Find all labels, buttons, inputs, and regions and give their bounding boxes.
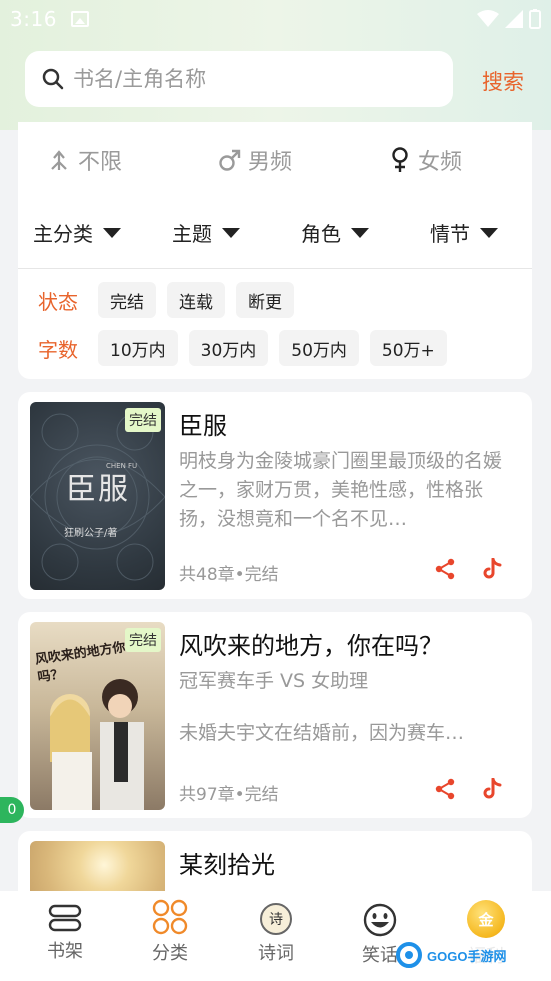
wordcount-filter-row: 字数 10万内 30万内 50万内 50万+: [18, 329, 532, 367]
dropdown-role[interactable]: 角色: [301, 218, 369, 247]
mixed-gender-icon: [51, 150, 67, 170]
book-cover[interactable]: [30, 841, 165, 891]
share-icon[interactable]: [434, 778, 456, 800]
filter-panel: 不限 男频 女频 主分类 主题 角色 情节 状态 完结 连载 断更 字数 10万…: [18, 122, 532, 379]
search-input[interactable]: [73, 67, 433, 91]
poetry-icon-glyph: 诗: [269, 912, 283, 928]
search-icon: [42, 68, 64, 90]
status-filter-row: 状态 完结 连载 断更: [18, 281, 532, 319]
completed-badge: 完结: [125, 408, 161, 432]
category-dropdown-row: 主分类 主题 角色 情节: [18, 218, 532, 248]
book-title[interactable]: 臣服: [179, 406, 227, 441]
wordcount-filter-label: 字数: [38, 337, 78, 362]
dropdown-role-label: 角色: [301, 222, 341, 246]
cover-subtitle: CHEN FU: [106, 462, 138, 470]
search-button[interactable]: 搜索: [482, 66, 524, 96]
book-cover[interactable]: 臣服 CHEN FU 狂刷公子/著 完结: [30, 402, 165, 590]
wordcount-chip-500k-plus[interactable]: 50万+: [369, 330, 447, 366]
gender-filter-male-label: 男频: [248, 150, 293, 175]
gold-coin-glyph: 金: [478, 910, 494, 929]
gender-filter-female[interactable]: 女频: [390, 144, 462, 176]
status-chip-serializing[interactable]: 连载: [167, 282, 225, 318]
dropdown-theme[interactable]: 主题: [172, 218, 240, 247]
book-meta: 共48章•完结: [179, 565, 279, 585]
male-icon: [219, 149, 241, 171]
dropdown-main-category-label: 主分类: [33, 222, 93, 246]
book-meta: 共97章•完结: [179, 785, 279, 805]
smiley-icon: [363, 903, 397, 937]
book-card[interactable]: 臣服 CHEN FU 狂刷公子/著 完结 臣服 明枝身为金陵城豪门圈里最顶级的名…: [18, 392, 532, 599]
book-card[interactable]: 某刻拾光: [18, 831, 532, 891]
book-description: 明枝身为金陵城豪门圈里最顶级的名媛之一，家财万贯，美艳性感，性格张扬，没想竟和一…: [179, 450, 503, 530]
book-cover[interactable]: 风吹来的地方你在吗？ 完结: [30, 622, 165, 810]
wordcount-chip-300k[interactable]: 30万内: [188, 330, 269, 366]
dropdown-plot[interactable]: 情节: [430, 218, 498, 247]
gender-filter-all[interactable]: 不限: [48, 144, 122, 176]
tiktok-icon[interactable]: [482, 558, 502, 580]
book-title[interactable]: 某刻拾光: [179, 845, 275, 880]
status-icons: [477, 9, 541, 29]
gold-coin-icon: 金: [467, 900, 505, 938]
completed-badge: 完结: [125, 628, 161, 652]
nav-poetry[interactable]: 诗 诗词: [236, 903, 316, 965]
nav-bookshelf[interactable]: 书架: [25, 903, 105, 963]
status-time: 3:16: [10, 7, 57, 31]
book-card[interactable]: 风吹来的地方你在吗？ 完结 风吹来的地方，你在吗？ 冠军赛车手 VS 女助理 未…: [18, 612, 532, 818]
gender-filter-row: 不限 男频 女频: [18, 144, 532, 180]
book-title[interactable]: 风吹来的地方，你在吗？: [179, 626, 443, 661]
category-icon: [152, 899, 188, 935]
nav-poetry-label: 诗词: [258, 943, 294, 964]
dropdown-theme-label: 主题: [172, 222, 212, 246]
status-bar: 3:16: [0, 0, 551, 38]
caret-down-icon: [351, 227, 369, 238]
cover-title: 臣服: [66, 472, 130, 507]
search-box[interactable]: [25, 51, 453, 107]
wifi-icon: [477, 10, 499, 27]
nav-category[interactable]: 分类: [130, 899, 210, 965]
caret-down-icon: [480, 227, 498, 238]
divider: [18, 268, 532, 269]
gender-filter-male[interactable]: 男频: [218, 144, 292, 176]
dropdown-main-category[interactable]: 主分类: [33, 218, 121, 247]
book-description: 未婚夫宇文在结婚前，因为赛车…: [179, 722, 465, 744]
cover-author: 狂刷公子/著: [64, 528, 118, 539]
bookshelf-icon: [48, 904, 82, 932]
poetry-icon: 诗: [260, 903, 292, 935]
signal-icon: [505, 10, 523, 28]
wordcount-chip-100k[interactable]: 10万内: [98, 330, 178, 366]
dropdown-plot-label: 情节: [430, 222, 470, 246]
gender-filter-female-label: 女频: [418, 150, 463, 175]
gender-filter-all-label: 不限: [78, 150, 123, 175]
book-tagline: 冠军赛车手 VS 女助理: [179, 670, 369, 692]
caret-down-icon: [103, 227, 121, 238]
status-filter-label: 状态: [38, 289, 78, 314]
nav-jokes-label: 笑话: [362, 945, 398, 966]
caret-down-icon: [222, 227, 240, 238]
tiktok-icon[interactable]: [482, 778, 502, 800]
battery-icon: [529, 9, 541, 29]
gallery-notification-icon: [70, 11, 89, 27]
nav-bookshelf-label: 书架: [47, 941, 83, 962]
status-chip-completed[interactable]: 完结: [98, 282, 156, 318]
share-icon[interactable]: [434, 558, 456, 580]
watermark-logo-icon: [396, 942, 422, 968]
status-chip-discontinued[interactable]: 断更: [236, 282, 294, 318]
watermark: GOGO手游网: [396, 942, 509, 968]
watermark-text: GOGO手游网: [425, 945, 509, 965]
nav-category-label: 分类: [152, 943, 188, 964]
wordcount-chip-500k[interactable]: 50万内: [279, 330, 359, 366]
female-icon: [392, 147, 408, 172]
floating-count-badge[interactable]: 0: [0, 797, 24, 823]
